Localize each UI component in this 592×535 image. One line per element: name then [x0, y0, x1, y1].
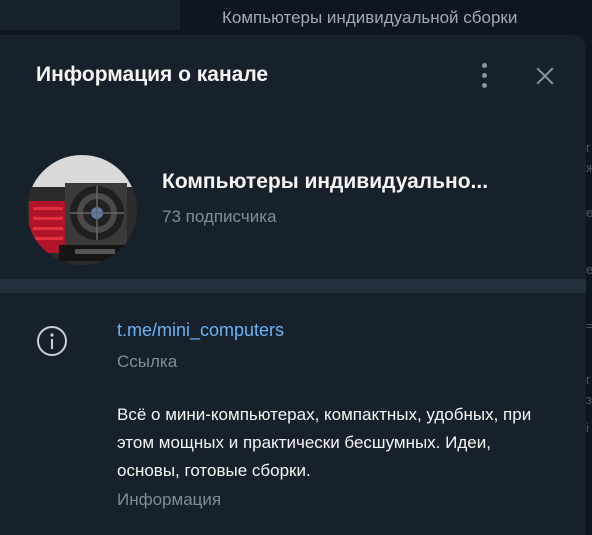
background-edge-glyph: і — [586, 420, 589, 435]
close-icon[interactable] — [532, 63, 558, 89]
subscriber-count: 73 подписчика — [162, 207, 277, 226]
panel-title: Информация о канале — [36, 63, 269, 86]
background-edge-glyph: г — [586, 140, 591, 155]
description-caption: Информация — [117, 490, 222, 509]
background-edge-glyph: ж — [586, 160, 592, 175]
channel-info-panel: Информация о канале Компьютеры индивидуа… — [0, 35, 586, 535]
background-edge-glyph: е — [586, 262, 592, 277]
channel-avatar[interactable] — [27, 155, 137, 265]
channel-description: Всё о мини-компьютерах, компактных, удоб… — [117, 405, 532, 480]
background-dialog-list — [0, 0, 180, 30]
more-vertical-icon[interactable] — [472, 61, 498, 91]
channel-link[interactable]: t.me/mini_computers — [117, 320, 284, 341]
background-chat-title: Компьютеры индивидуальной сборки — [222, 8, 518, 27]
background-edge-glyph: = — [586, 318, 592, 333]
section-divider — [0, 279, 586, 293]
link-caption: Ссылка — [117, 352, 178, 371]
channel-name: Компьютеры индивидуально... — [162, 170, 489, 193]
background-edge-glyph: з — [586, 392, 592, 407]
background-edge-glyph: е — [586, 205, 592, 220]
info-icon — [36, 325, 68, 357]
background-edge-glyph: г — [586, 372, 591, 387]
